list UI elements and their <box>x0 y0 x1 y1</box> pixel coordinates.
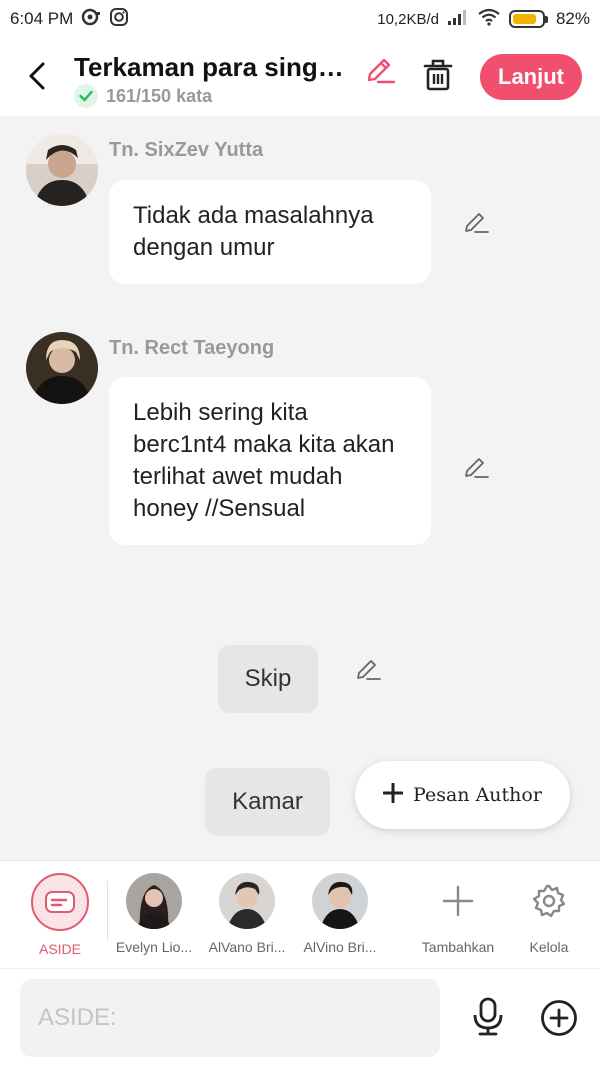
input-bar <box>0 968 600 1067</box>
battery-percent: 82% <box>555 9 590 28</box>
avatar[interactable] <box>26 332 98 404</box>
add-icon <box>413 873 503 929</box>
status-bar: 6:04 PM 10,2KB/d 82% <box>0 0 600 38</box>
battery-icon <box>508 10 548 28</box>
message-input[interactable] <box>20 979 440 1057</box>
character-name: AlVano Bri... <box>208 939 286 955</box>
signal-icon <box>447 9 469 30</box>
sync-icon <box>81 8 101 31</box>
author-message-label: Pesan Author <box>413 784 542 806</box>
character-name: Evelyn Lio... <box>115 939 193 955</box>
edit-title-icon[interactable] <box>364 52 396 84</box>
skip-button[interactable]: Skip <box>218 645 318 713</box>
edit-skip-icon[interactable] <box>355 655 381 681</box>
author-message-button[interactable]: Pesan Author <box>355 761 570 829</box>
sender-name: Tn. Rect Taeyong <box>109 337 275 359</box>
message-bubble[interactable]: Lebih sering kita berc1nt4 maka kita aka… <box>109 377 431 545</box>
character-name: AlVino Bri... <box>303 939 377 955</box>
aside-icon <box>31 873 89 931</box>
character-item[interactable]: Evelyn Lio... <box>109 873 199 955</box>
status-time: 6:04 PM <box>10 9 74 28</box>
character-item[interactable]: AlVino Bri... <box>295 873 385 955</box>
character-name: ASIDE <box>38 941 81 957</box>
avatar <box>219 873 275 929</box>
avatar[interactable] <box>26 134 98 206</box>
wifi-icon <box>477 8 501 31</box>
sender-name: Tn. SixZev Yutta <box>109 139 264 161</box>
character-bar: ASIDE Evelyn Lio... AlVano Bri... AlVino… <box>0 860 600 968</box>
divider <box>107 881 108 941</box>
microphone-icon[interactable] <box>470 997 506 1037</box>
character-item[interactable]: AlVano Bri... <box>202 873 292 955</box>
character-aside[interactable]: ASIDE <box>15 873 105 957</box>
story-title: Terkaman para singa ... <box>74 52 354 82</box>
word-count: 161/150 kata <box>74 84 212 108</box>
check-icon <box>74 84 98 108</box>
add-character-button[interactable]: Tambahkan <box>413 873 503 955</box>
add-circle-icon[interactable] <box>540 999 578 1037</box>
avatar <box>312 873 368 929</box>
manage-label: Kelola <box>529 939 569 955</box>
edit-message-icon[interactable] <box>463 208 489 234</box>
kamar-button[interactable]: Kamar <box>205 768 330 836</box>
gear-icon <box>504 873 594 929</box>
add-label: Tambahkan <box>421 939 495 955</box>
back-button[interactable] <box>22 58 52 94</box>
instagram-icon <box>109 7 129 32</box>
message-bubble[interactable]: Tidak ada masalahnya dengan umur <box>109 180 431 284</box>
next-button[interactable]: Lanjut <box>480 54 582 100</box>
network-speed: 10,2KB/d <box>377 10 439 28</box>
trash-icon[interactable] <box>422 58 454 94</box>
plus-icon <box>382 782 404 808</box>
edit-message-icon[interactable] <box>463 453 489 479</box>
app-header: Terkaman para singa ... 161/150 kata Lan… <box>0 38 600 116</box>
word-count-text: 161/150 kata <box>106 85 213 106</box>
manage-characters-button[interactable]: Kelola <box>504 873 594 955</box>
avatar <box>126 873 182 929</box>
